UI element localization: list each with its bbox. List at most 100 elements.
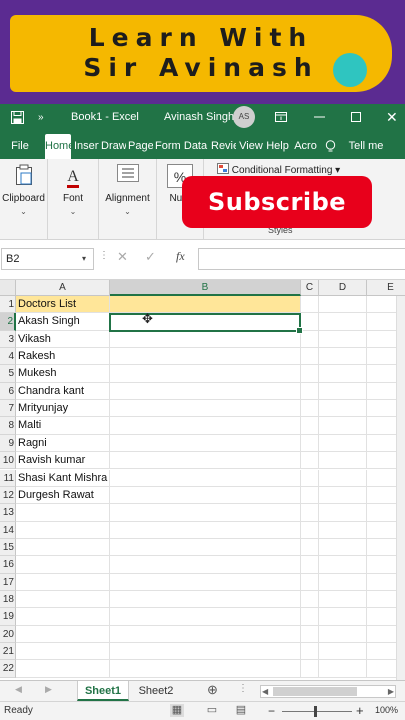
row-header[interactable]: 13 — [0, 504, 16, 522]
tab-page-layout[interactable]: Page — [128, 134, 153, 159]
sheet-tab-sheet2[interactable]: Sheet2 — [131, 681, 181, 701]
cell[interactable] — [110, 400, 301, 418]
cell[interactable] — [110, 434, 301, 453]
alignment-group[interactable]: Alignment ⌄ — [99, 159, 157, 239]
clipboard-group[interactable]: Clipboard ⌄ — [0, 159, 48, 239]
scroll-right-icon[interactable]: ▶ — [388, 686, 394, 697]
cell[interactable] — [301, 625, 319, 643]
cell[interactable]: Durgesh Rawat — [16, 486, 110, 505]
cell[interactable] — [319, 452, 367, 470]
row-header[interactable]: 21 — [0, 643, 16, 661]
subscribe-button[interactable]: Subscribe — [182, 176, 372, 228]
worksheet-grid[interactable]: A B C D E 1 Doctors List 2 Akash Singh 3 Vika… — [0, 280, 405, 680]
row-header[interactable]: 19 — [0, 608, 16, 626]
zoom-slider-thumb[interactable] — [314, 706, 317, 717]
lightbulb-icon[interactable] — [325, 134, 336, 159]
cell[interactable] — [301, 538, 319, 557]
row-header[interactable]: 12 — [0, 486, 16, 505]
column-header-a[interactable]: A — [16, 280, 110, 296]
cell[interactable] — [319, 313, 367, 331]
font-group[interactable]: A Font ⌄ — [48, 159, 99, 239]
row-header[interactable]: 20 — [0, 625, 16, 643]
cell[interactable] — [110, 313, 301, 331]
cell[interactable] — [301, 608, 319, 626]
row-header[interactable]: 8 — [0, 417, 16, 435]
cell[interactable] — [319, 330, 367, 349]
sheet-tab-sheet1[interactable]: Sheet1 — [77, 681, 129, 701]
cell[interactable]: Mrityunjay — [16, 400, 110, 418]
cell[interactable] — [301, 469, 319, 487]
cell[interactable] — [110, 521, 301, 539]
tab-acrobat[interactable]: Acro — [293, 134, 318, 159]
cell[interactable] — [110, 417, 301, 435]
cell[interactable] — [319, 348, 367, 366]
column-header-e[interactable]: E — [367, 280, 405, 296]
cell[interactable] — [319, 382, 367, 401]
row-header[interactable]: 7 — [0, 400, 16, 418]
tab-insert[interactable]: Insert — [74, 134, 99, 159]
cell[interactable] — [301, 556, 319, 574]
zoom-slider[interactable] — [282, 711, 352, 712]
cell[interactable] — [319, 400, 367, 418]
cell[interactable]: Chandra kant — [16, 382, 110, 401]
cell[interactable] — [319, 521, 367, 539]
cell[interactable] — [301, 417, 319, 435]
row-header[interactable]: 9 — [0, 434, 16, 453]
cell[interactable] — [110, 365, 301, 383]
column-header-d[interactable]: D — [319, 280, 367, 296]
cell[interactable] — [301, 521, 319, 539]
cell[interactable] — [301, 452, 319, 470]
add-sheet-icon[interactable]: ⊕ — [207, 682, 218, 698]
cell[interactable] — [16, 590, 110, 609]
row-header[interactable]: 4 — [0, 348, 16, 366]
cell[interactable] — [110, 382, 301, 401]
cell[interactable] — [110, 556, 301, 574]
row-header[interactable]: 10 — [0, 452, 16, 470]
cell[interactable] — [110, 452, 301, 470]
normal-view-icon[interactable]: ▦ — [170, 704, 184, 717]
tab-home[interactable]: Home — [45, 134, 71, 159]
minimize-icon[interactable] — [314, 104, 325, 131]
cell[interactable] — [319, 417, 367, 435]
cell[interactable] — [16, 625, 110, 643]
scroll-sheets-right-icon[interactable]: ▶ — [45, 684, 52, 695]
cell[interactable] — [319, 296, 367, 314]
tab-draw[interactable]: Draw — [101, 134, 126, 159]
user-avatar[interactable]: AS — [233, 106, 255, 128]
row-header[interactable]: 11 — [0, 469, 16, 487]
cell[interactable] — [110, 296, 301, 314]
row-header[interactable]: 1 — [0, 296, 16, 314]
user-name[interactable]: Avinash Singh — [164, 104, 234, 131]
cell[interactable] — [16, 556, 110, 574]
cell[interactable] — [16, 521, 110, 539]
cell[interactable] — [319, 590, 367, 609]
cell[interactable] — [301, 504, 319, 522]
name-box[interactable]: B2 — [1, 248, 94, 270]
horizontal-scroll-thumb[interactable] — [273, 687, 357, 696]
cell[interactable] — [319, 625, 367, 643]
cell[interactable] — [110, 538, 301, 557]
cancel-icon[interactable]: ✕ — [117, 249, 128, 265]
zoom-in-icon[interactable]: + — [356, 703, 364, 718]
page-break-view-icon[interactable]: ▤ — [234, 704, 248, 717]
row-header[interactable]: 6 — [0, 382, 16, 401]
vertical-scrollbar[interactable] — [396, 296, 405, 680]
scroll-left-icon[interactable]: ◀ — [262, 686, 268, 697]
row-header[interactable]: 16 — [0, 556, 16, 574]
cell[interactable] — [110, 504, 301, 522]
cell[interactable] — [301, 643, 319, 661]
row-header[interactable]: 18 — [0, 590, 16, 609]
cell[interactable] — [110, 348, 301, 366]
row-header[interactable]: 2 — [0, 313, 16, 331]
cell[interactable]: Akash Singh — [16, 313, 110, 331]
formula-input[interactable] — [198, 248, 405, 270]
cell[interactable] — [16, 504, 110, 522]
row-header[interactable]: 22 — [0, 660, 16, 678]
cell[interactable] — [319, 643, 367, 661]
row-header[interactable]: 5 — [0, 365, 16, 383]
ribbon-display-options-icon[interactable] — [275, 104, 287, 131]
cell[interactable]: Malti — [16, 417, 110, 435]
check-icon[interactable]: ✓ — [145, 249, 156, 265]
cell[interactable] — [16, 573, 110, 591]
column-header-b[interactable]: B — [110, 280, 301, 296]
